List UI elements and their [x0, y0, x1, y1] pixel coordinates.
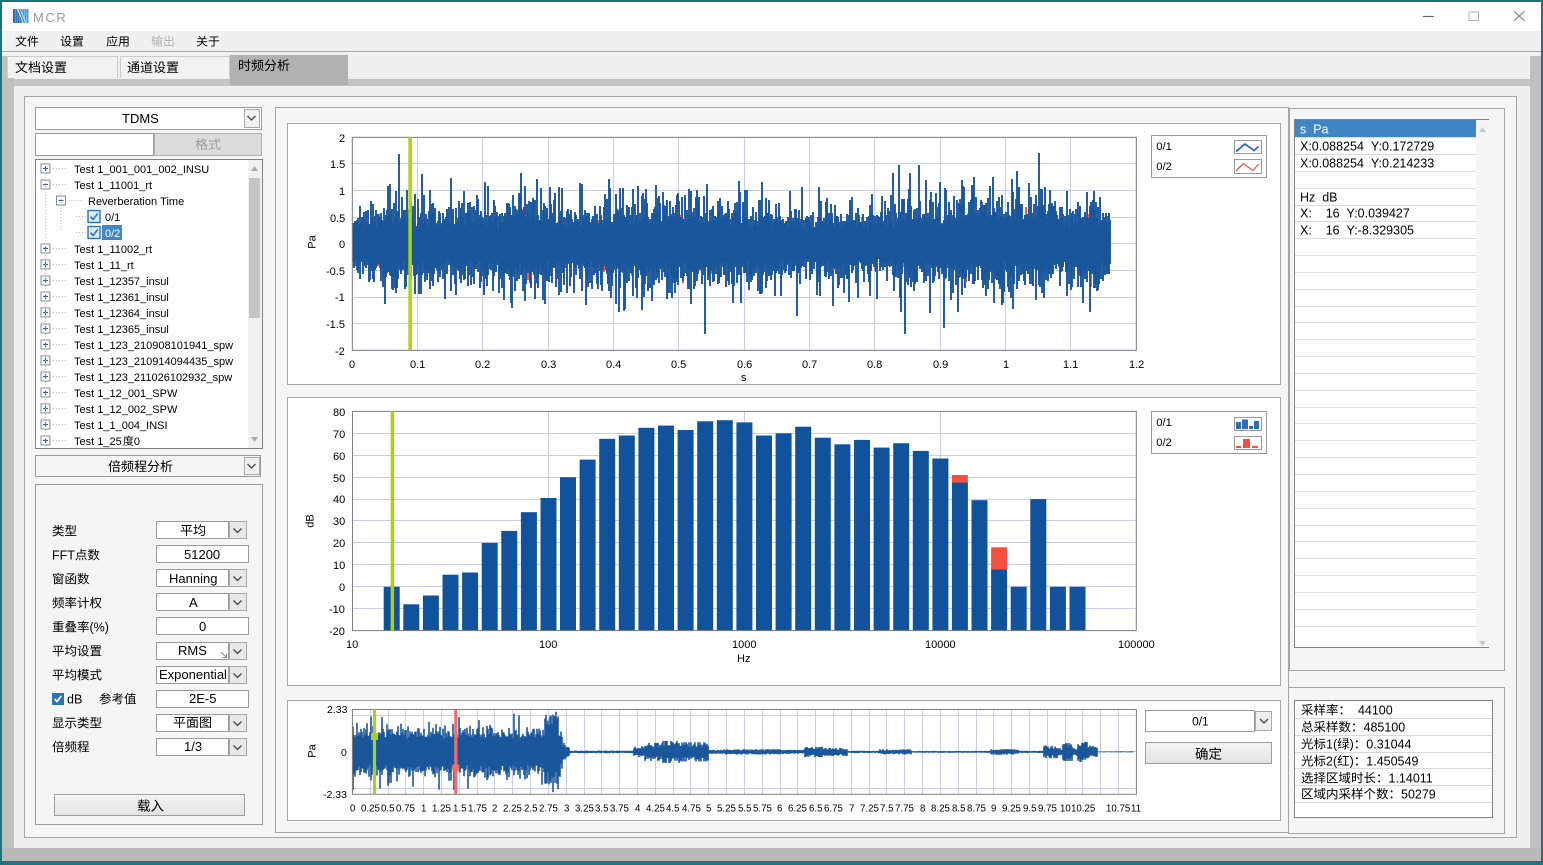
svg-text:1.450549: 1.450549 [1366, 754, 1418, 768]
svg-text:10.75: 10.75 [1106, 803, 1130, 814]
svg-text:X:0.088254 Y:0.214233: X:0.088254 Y:0.214233 [1300, 156, 1434, 170]
svg-text:Hz dB: Hz dB [1300, 190, 1338, 204]
svg-text:4.25: 4.25 [646, 803, 665, 814]
svg-text:1(: 1( [1326, 737, 1338, 751]
svg-text:11: 11 [1131, 803, 1141, 814]
svg-text:3.75: 3.75 [610, 803, 629, 814]
svg-text:7.5: 7.5 [880, 803, 893, 814]
svg-text:0/1: 0/1 [1192, 714, 1209, 728]
svg-text:6.5: 6.5 [809, 803, 822, 814]
svg-text:0.25: 0.25 [361, 803, 380, 814]
svg-text:1.75: 1.75 [468, 803, 487, 814]
svg-text:9.5: 9.5 [1023, 803, 1036, 814]
svg-text:44100: 44100 [1351, 703, 1393, 717]
svg-text:9.25: 9.25 [1002, 803, 1021, 814]
svg-text:s Pa: s Pa [1300, 122, 1329, 136]
svg-text:6: 6 [777, 803, 782, 814]
svg-text:-2.33: -2.33 [323, 789, 347, 801]
svg-text:9.75: 9.75 [1038, 803, 1057, 814]
svg-text:3.25: 3.25 [575, 803, 594, 814]
svg-text:3.5: 3.5 [595, 803, 608, 814]
svg-text:2: 2 [492, 803, 497, 814]
svg-text:7.25: 7.25 [860, 803, 879, 814]
svg-text:X: 16 Y:0.039427: X: 16 Y:0.039427 [1300, 207, 1410, 221]
svg-text:0: 0 [341, 747, 347, 759]
svg-text:): ) [1349, 737, 1353, 751]
svg-text:1.5: 1.5 [453, 803, 466, 814]
svg-text:X: 16 Y:-8.329305: X: 16 Y:-8.329305 [1300, 224, 1414, 238]
svg-text:7: 7 [849, 803, 854, 814]
svg-text:5.5: 5.5 [738, 803, 751, 814]
svg-text:8: 8 [920, 803, 925, 814]
svg-text:2.25: 2.25 [503, 803, 522, 814]
svg-text:4: 4 [635, 803, 641, 814]
svg-text:8.25: 8.25 [931, 803, 950, 814]
svg-text:): ) [1349, 754, 1353, 768]
svg-text:0.5: 0.5 [381, 803, 394, 814]
svg-text:2.33: 2.33 [327, 705, 348, 717]
svg-text:1: 1 [421, 803, 426, 814]
svg-text:3: 3 [564, 803, 569, 814]
svg-text:8.5: 8.5 [952, 803, 965, 814]
svg-text:4.75: 4.75 [682, 803, 701, 814]
svg-text:10: 10 [1060, 803, 1071, 814]
svg-text:0.75: 0.75 [396, 803, 415, 814]
svg-text:9: 9 [991, 803, 996, 814]
svg-text:X:0.088254 Y:0.172729: X:0.088254 Y:0.172729 [1300, 139, 1434, 153]
svg-text:1.14011: 1.14011 [1388, 771, 1432, 785]
svg-text:5.75: 5.75 [753, 803, 772, 814]
svg-text:0.31044: 0.31044 [1366, 737, 1411, 751]
svg-text:485100: 485100 [1363, 720, 1405, 734]
svg-text:2(: 2( [1326, 754, 1338, 768]
svg-text:1.25: 1.25 [432, 803, 451, 814]
svg-text:0: 0 [350, 803, 356, 814]
svg-text:2.75: 2.75 [539, 803, 558, 814]
svg-text:2.5: 2.5 [524, 803, 537, 814]
svg-text:10.25: 10.25 [1071, 803, 1095, 814]
svg-text:6.75: 6.75 [824, 803, 843, 814]
svg-text:50279: 50279 [1401, 788, 1436, 802]
svg-text:5: 5 [706, 803, 711, 814]
svg-text:4.5: 4.5 [666, 803, 679, 814]
svg-text:8.75: 8.75 [967, 803, 986, 814]
svg-text:5.25: 5.25 [717, 803, 736, 814]
svg-text:7.75: 7.75 [895, 803, 914, 814]
svg-text:6.25: 6.25 [788, 803, 807, 814]
